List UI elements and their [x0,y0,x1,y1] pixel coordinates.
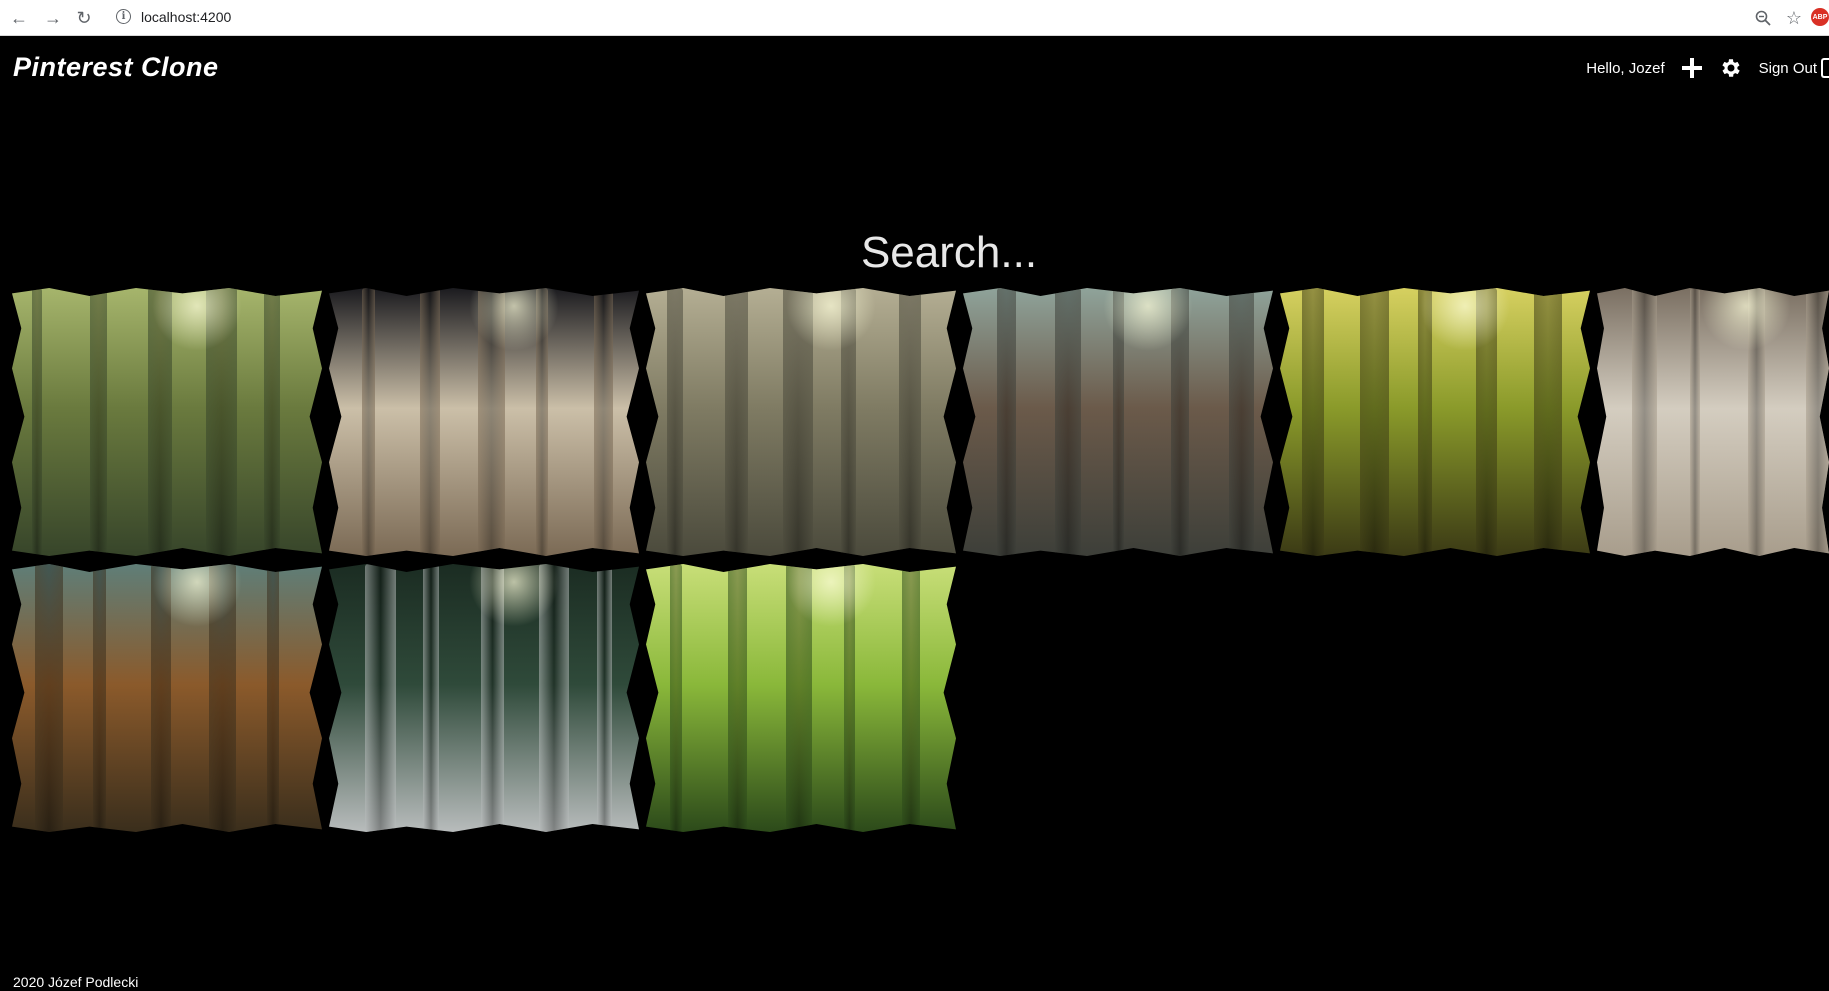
image-detail [1806,288,1829,556]
gear-icon[interactable] [1719,56,1743,80]
info-icon[interactable]: i [116,9,131,24]
image-detail [423,564,439,832]
image-detail [899,288,921,556]
gallery-image-sunlit-green-forest[interactable] [1280,288,1590,556]
gallery-image-gallery-wall-room[interactable] [1597,288,1829,556]
gallery-image-misty-forest-path[interactable] [646,288,956,556]
image-detail [267,564,279,832]
image-detail [597,564,612,832]
gallery-image-bright-green-woods[interactable] [646,564,956,832]
image-detail [670,564,682,832]
reload-icon[interactable]: ↻ [73,7,95,29]
adblock-icon[interactable]: ABP [1811,8,1829,26]
sign-out-icon[interactable] [1821,58,1829,78]
image-detail [902,564,920,832]
image-detail [594,288,613,556]
back-arrow-icon[interactable]: ← [8,7,30,29]
search-prompt[interactable]: Search... [0,228,1829,278]
image-detail [90,288,107,556]
image-detail [667,288,683,556]
image-detail [1229,288,1254,556]
gallery-image-redwood-forest[interactable] [963,288,1273,556]
gallery-image-black-panther-tree[interactable] [329,288,639,556]
image-detail [365,564,396,832]
gallery-image-foggy-pine-forest[interactable] [329,564,639,832]
image-light-glow [1701,288,1792,352]
image-detail [1632,288,1657,556]
image-detail [1690,288,1700,556]
image-detail [420,288,440,556]
zoom-icon[interactable] [1752,7,1774,29]
image-detail [728,564,747,832]
image-detail [35,564,63,832]
gallery-image-forest-moss[interactable] [12,288,322,556]
forward-arrow-icon[interactable]: → [42,7,64,29]
plus-icon[interactable] [1681,57,1703,79]
image-detail [1360,288,1389,556]
image-detail [362,288,375,556]
address-bar-url[interactable]: localhost:4200 [141,9,231,25]
image-detail [997,288,1016,556]
star-icon[interactable]: ☆ [1783,7,1805,29]
image-detail [264,288,280,556]
image-detail [725,288,748,556]
brand-logo[interactable]: Pinterest Clone [13,52,219,83]
user-menu: Hello, Jozef Sign Out [1586,54,1829,82]
image-detail [1302,288,1324,556]
gallery-image-autumn-stream-forest[interactable] [12,564,322,832]
greeting-text: Hello, Jozef [1586,59,1665,77]
image-detail [1534,288,1562,556]
sign-out-button[interactable]: Sign Out [1759,60,1817,77]
browser-toolbar: ← → ↻ i localhost:4200 ☆ ABP [0,0,1829,36]
image-detail [32,288,42,556]
footer-copyright: 2020 Józef Podlecki [13,974,139,990]
image-detail [93,564,106,832]
image-detail [1055,288,1081,556]
